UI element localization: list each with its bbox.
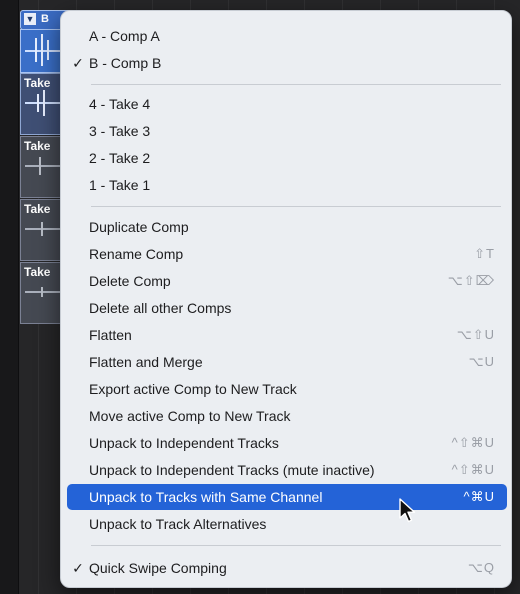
menu-item-label: Rename Comp (89, 246, 184, 262)
menu-item-label: Unpack to Independent Tracks (89, 435, 279, 451)
menu-item-label: Unpack to Independent Tracks (mute inact… (89, 462, 375, 478)
menu-separator (91, 206, 501, 207)
menu-item-label: 3 - Take 3 (89, 123, 151, 139)
take-folder-region[interactable]: ▼ B Take Take Take Take (20, 10, 276, 326)
take-label: Take (24, 265, 51, 279)
shortcut-label: ^⇧⌘U (451, 462, 495, 477)
menu-item-label: 1 - Take 1 (89, 177, 151, 193)
track-header-strip (0, 0, 19, 594)
menu-item-label: Delete all other Comps (89, 300, 232, 316)
menu-item-comp-b[interactable]: ✓ B - Comp B (67, 50, 507, 76)
menu-item-take-4[interactable]: 4 - Take 4 (67, 91, 507, 117)
menu-item-unpack-independent-mute[interactable]: Unpack to Independent Tracks (mute inact… (67, 457, 507, 483)
waveform-icon (25, 165, 61, 167)
checkmark-icon: ✓ (72, 559, 84, 576)
menu-item-duplicate-comp[interactable]: Duplicate Comp (67, 214, 507, 240)
menu-separator (91, 545, 501, 546)
waveform-peak (41, 34, 43, 66)
waveform-peak (47, 40, 49, 60)
disclosure-triangle-icon[interactable]: ▼ (24, 13, 36, 25)
menu-item-take-1[interactable]: 1 - Take 1 (67, 172, 507, 198)
take-folder-context-menu: A - Comp A ✓ B - Comp B 4 - Take 4 3 - T… (60, 10, 512, 588)
menu-item-move-comp[interactable]: Move active Comp to New Track (67, 403, 507, 429)
shortcut-label: ⌥⇧U (456, 327, 495, 342)
menu-item-label: Flatten and Merge (89, 354, 203, 370)
menu-item-export-comp[interactable]: Export active Comp to New Track (67, 376, 507, 402)
waveform-peak (35, 38, 37, 62)
waveform-peak (37, 94, 39, 112)
menu-item-label: A - Comp A (89, 28, 160, 44)
take-folder-label: B (41, 13, 49, 25)
take-label: Take (24, 76, 51, 90)
shortcut-label: ⌥⇧⌦ (447, 273, 495, 288)
menu-separator (91, 84, 501, 85)
menu-item-rename-comp[interactable]: Rename Comp ⇧T (67, 241, 507, 267)
menu-item-label: B - Comp B (89, 55, 162, 71)
menu-item-label: Quick Swipe Comping (89, 560, 227, 576)
shortcut-label: ^⇧⌘U (451, 435, 495, 450)
menu-item-label: 4 - Take 4 (89, 96, 151, 112)
menu-item-quick-swipe-comping[interactable]: ✓ Quick Swipe Comping ⌥Q (67, 555, 507, 581)
waveform-icon (25, 291, 61, 293)
menu-item-label: Duplicate Comp (89, 219, 189, 235)
waveform-icon (25, 50, 61, 52)
take-label: Take (24, 202, 51, 216)
mouse-pointer-icon (399, 498, 416, 523)
waveform-icon (25, 228, 61, 230)
menu-item-label: Move active Comp to New Track (89, 408, 291, 424)
menu-item-label: 2 - Take 2 (89, 150, 151, 166)
menu-item-delete-other-comps[interactable]: Delete all other Comps (67, 295, 507, 321)
shortcut-label: ⌥Q (467, 560, 495, 575)
waveform-peak (41, 222, 43, 236)
menu-item-label: Unpack to Track Alternatives (89, 516, 267, 532)
menu-item-unpack-same-channel[interactable]: Unpack to Tracks with Same Channel ^⌘U (67, 484, 507, 510)
take-label: Take (24, 139, 51, 153)
menu-item-flatten-and-merge[interactable]: Flatten and Merge ⌥U (67, 349, 507, 375)
checkmark-icon: ✓ (72, 54, 84, 71)
menu-item-flatten[interactable]: Flatten ⌥⇧U (67, 322, 507, 348)
menu-item-comp-a[interactable]: A - Comp A (67, 23, 507, 49)
menu-item-label: Flatten (89, 327, 132, 343)
shortcut-label: ⇧T (474, 246, 495, 261)
menu-item-take-3[interactable]: 3 - Take 3 (67, 118, 507, 144)
shortcut-label: ⌥U (468, 354, 495, 369)
waveform-peak (39, 157, 41, 175)
menu-item-unpack-independent[interactable]: Unpack to Independent Tracks ^⇧⌘U (67, 430, 507, 456)
menu-item-label: Delete Comp (89, 273, 171, 289)
shortcut-label: ^⌘U (463, 489, 495, 504)
waveform-peak (41, 287, 43, 297)
menu-item-unpack-alternatives[interactable]: Unpack to Track Alternatives (67, 511, 507, 537)
menu-item-label: Export active Comp to New Track (89, 381, 297, 397)
menu-item-delete-comp[interactable]: Delete Comp ⌥⇧⌦ (67, 268, 507, 294)
menu-item-take-2[interactable]: 2 - Take 2 (67, 145, 507, 171)
waveform-peak (43, 90, 45, 116)
